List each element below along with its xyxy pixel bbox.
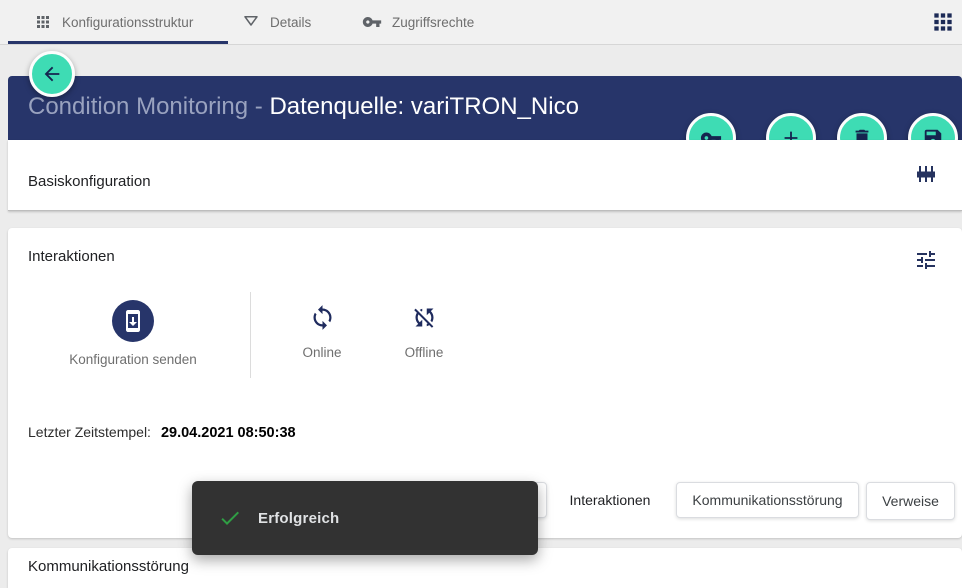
apps-grid-icon[interactable] <box>930 9 956 35</box>
footer-button-kommunikationsstoerung[interactable]: Kommunikationsstörung <box>676 482 859 518</box>
last-timestamp-row: Letzter Zeitstempel: 29.04.2021 08:50:38 <box>28 424 296 441</box>
section-title-basiskonfiguration: Basiskonfiguration <box>28 173 151 190</box>
send-configuration-label: Konfiguration senden <box>69 352 197 367</box>
page-title-prefix: Condition Monitoring - <box>28 93 269 120</box>
grid-dots-icon <box>34 13 52 31</box>
page-title: Condition Monitoring - Datenquelle: vari… <box>28 93 579 121</box>
basis-configuration-section: Basiskonfiguration <box>8 140 962 211</box>
filter-icon <box>242 13 260 31</box>
offline-button[interactable]: Offline <box>374 304 474 360</box>
tab-label: Details <box>270 15 311 30</box>
vertical-sliders-icon[interactable] <box>914 162 938 186</box>
timestamp-label: Letzter Zeitstempel: <box>28 424 151 440</box>
device-download-icon <box>112 300 154 342</box>
tab-konfigurationsstruktur[interactable]: Konfigurationsstruktur <box>8 0 228 44</box>
key-icon <box>362 12 382 32</box>
tab-label: Zugriffsrechte <box>392 15 474 30</box>
check-icon <box>218 506 242 530</box>
tune-icon[interactable] <box>914 248 938 272</box>
tab-label: Konfigurationsstruktur <box>62 15 193 30</box>
snackbar-message: Erfolgreich <box>258 510 339 527</box>
page-title-main: Datenquelle: variTRON_Nico <box>269 93 578 120</box>
vertical-divider <box>250 292 251 378</box>
sync-icon <box>309 304 336 331</box>
online-button[interactable]: Online <box>272 304 372 360</box>
tab-details[interactable]: Details <box>228 0 346 44</box>
footer-tab-interaktionen[interactable]: Interaktionen <box>560 482 660 518</box>
online-label: Online <box>302 345 341 360</box>
section-title-kommunikationsstoerung: Kommunikationsstörung <box>28 558 189 575</box>
top-tab-bar: Konfigurationsstruktur Details Zugriffsr… <box>0 0 962 45</box>
offline-label: Offline <box>405 345 444 360</box>
send-configuration-button[interactable]: Konfiguration senden <box>43 300 223 367</box>
back-button[interactable] <box>29 51 75 97</box>
footer-button-verweise[interactable]: Verweise <box>866 482 955 520</box>
timestamp-value: 29.04.2021 08:50:38 <box>161 425 296 441</box>
arrow-left-icon <box>41 63 63 85</box>
sync-disabled-icon <box>411 304 438 331</box>
page-header: Condition Monitoring - Datenquelle: vari… <box>8 76 962 140</box>
section-title-interaktionen: Interaktionen <box>28 248 115 265</box>
tab-zugriffsrechte[interactable]: Zugriffsrechte <box>346 0 486 44</box>
success-snackbar: Erfolgreich <box>192 481 538 555</box>
active-tab-indicator <box>8 41 228 44</box>
